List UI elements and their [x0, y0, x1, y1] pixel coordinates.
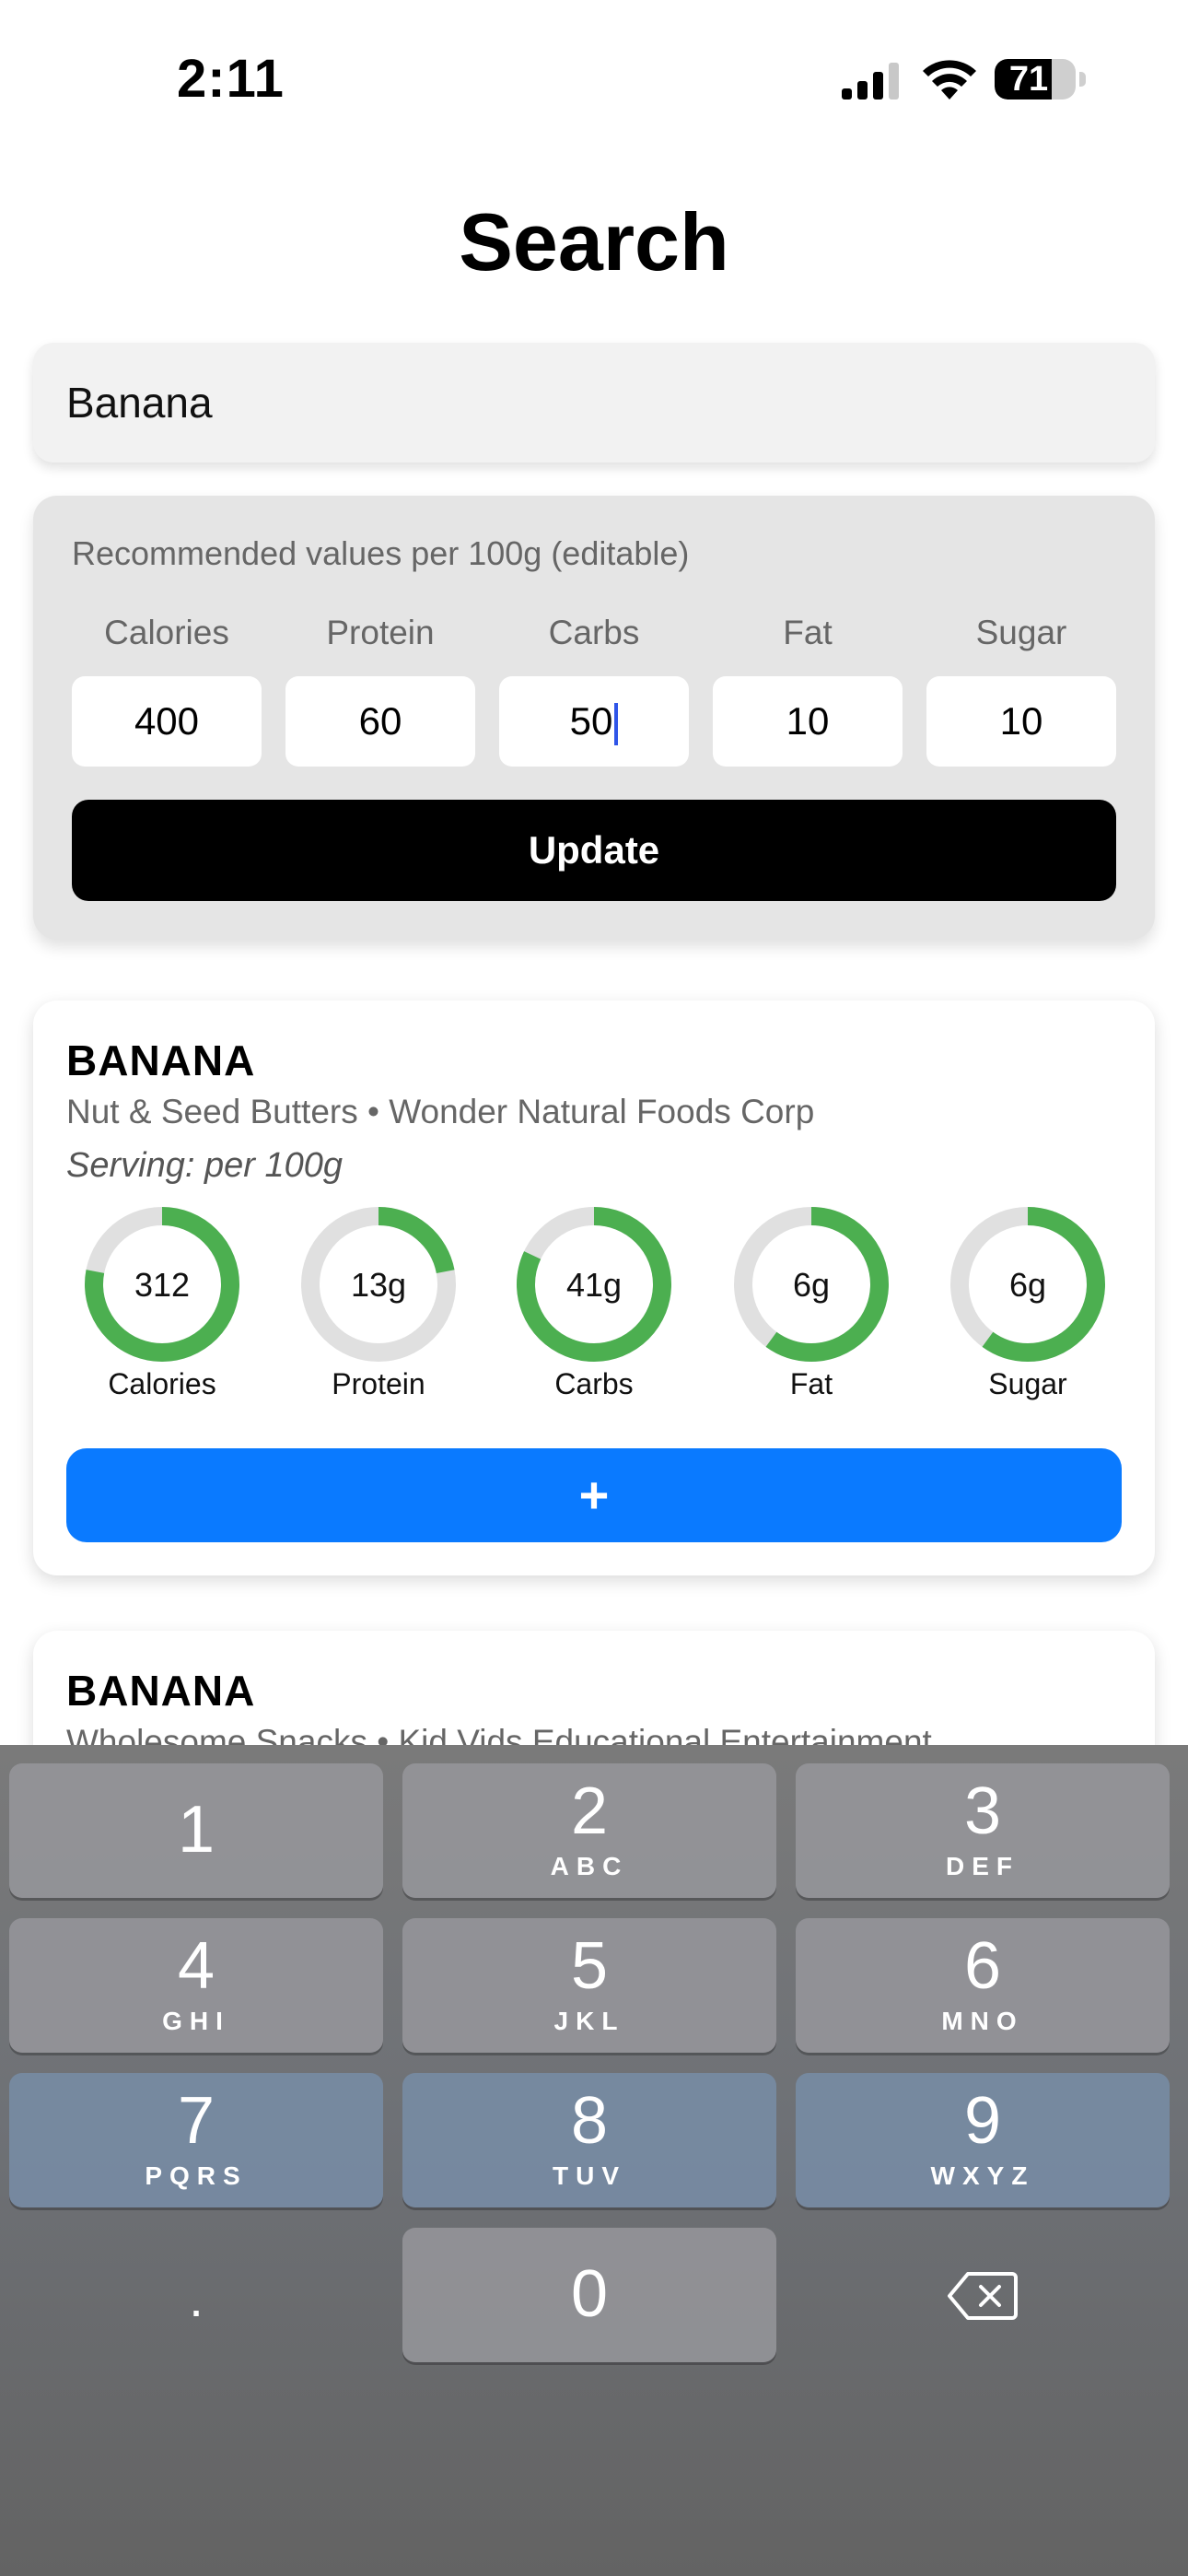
calories-input[interactable]: 400	[72, 676, 262, 767]
field-label: Sugar	[975, 614, 1067, 651]
nutrient-rings: 312 Calories 13g Protein 41g Carbs 6g Fa…	[33, 1203, 1155, 1406]
field-calories: Calories 400	[72, 614, 262, 767]
key-digit: .	[189, 2269, 204, 2327]
backspace-icon	[948, 2272, 1018, 2320]
key-decimal[interactable]: .	[9, 2228, 383, 2362]
ring-value: 312	[134, 1266, 190, 1304]
ring-label: Calories	[108, 1367, 216, 1400]
key-1[interactable]: 1	[9, 1763, 383, 1898]
field-sugar: Sugar 10	[926, 614, 1116, 767]
key-digit: 5	[570, 1929, 609, 2003]
field-label: Fat	[783, 614, 833, 651]
key-letters: WXYZ	[930, 2161, 1035, 2190]
key-letters: DEF	[946, 1852, 1019, 1880]
key-3[interactable]: 3 DEF	[796, 1763, 1170, 1898]
recommended-values-panel: Recommended values per 100g (editable) C…	[33, 496, 1155, 940]
key-digit: 7	[177, 2084, 215, 2158]
field-protein: Protein 60	[285, 614, 475, 767]
food-title: BANANA	[66, 1667, 256, 1715]
food-subtitle: Nut & Seed Butters • Wonder Natural Food…	[66, 1093, 815, 1130]
fat-ring: 6g Fat	[730, 1203, 892, 1401]
key-letters: PQRS	[145, 2161, 248, 2190]
add-food-button[interactable]: +	[66, 1448, 1122, 1542]
field-label: Calories	[104, 614, 229, 651]
key-digit: 1	[177, 1793, 215, 1867]
key-0[interactable]: 0	[402, 2228, 776, 2362]
ring-label: Carbs	[554, 1367, 634, 1400]
ring-value: 41g	[566, 1266, 622, 1304]
calories-ring: 312 Calories	[81, 1203, 243, 1401]
status-time: 2:11	[177, 49, 285, 109]
key-digit: 4	[177, 1929, 215, 2003]
ring-value: 6g	[793, 1266, 830, 1304]
result-card: BANANA Nut & Seed Butters • Wonder Natur…	[33, 1001, 1155, 1575]
carbs-ring: 41g Carbs	[513, 1203, 675, 1401]
ring-label: Fat	[789, 1367, 833, 1400]
key-letters: MNO	[941, 2007, 1024, 2035]
key-letters: GHI	[162, 2007, 230, 2035]
ring-chart: 13g	[301, 1207, 456, 1362]
food-title: BANANA	[66, 1036, 256, 1084]
ring-chart: 41g	[517, 1207, 671, 1362]
field-fat: Fat 10	[713, 614, 903, 767]
key-7[interactable]: 7 PQRS	[9, 2073, 383, 2207]
field-label: Protein	[326, 614, 435, 651]
key-letters: ABC	[550, 1852, 629, 1880]
recommended-fields: Calories 400 Protein 60 Carbs 50 Fat 10 …	[72, 614, 1116, 798]
ring-value: 13g	[351, 1266, 406, 1304]
ring-value: 6g	[1009, 1266, 1046, 1304]
carbs-input-value: 50	[569, 699, 613, 743]
delete-key[interactable]	[796, 2228, 1170, 2362]
key-letters: TUV	[553, 2161, 626, 2190]
cellular-signal-icon	[842, 63, 899, 100]
sugar-ring: 6g Sugar	[947, 1203, 1109, 1401]
key-6[interactable]: 6 MNO	[796, 1918, 1170, 2053]
key-digit: 9	[963, 2084, 1002, 2158]
key-digit: 3	[963, 1774, 1002, 1848]
key-9[interactable]: 9 WXYZ	[796, 2073, 1170, 2207]
key-digit: 8	[570, 2084, 609, 2158]
ring-chart: 6g	[950, 1207, 1105, 1362]
key-letters: JKL	[553, 2007, 625, 2035]
numeric-keyboard: 1 2 ABC 3 DEF 4 GHI 5 JKL 6 MNO 7 PQRS 8…	[0, 1745, 1188, 2576]
key-digit: 2	[570, 1774, 609, 1848]
protein-ring: 13g Protein	[297, 1203, 460, 1401]
field-carbs: Carbs 50	[499, 614, 689, 767]
key-5[interactable]: 5 JKL	[402, 1918, 776, 2053]
key-2[interactable]: 2 ABC	[402, 1763, 776, 1898]
key-8[interactable]: 8 TUV	[402, 2073, 776, 2207]
ring-chart: 6g	[734, 1207, 889, 1362]
page-title: Search	[459, 196, 729, 287]
serving-size: Serving: per 100g	[66, 1146, 343, 1185]
battery-icon: 71	[995, 59, 1087, 101]
search-input[interactable]: Banana	[33, 343, 1155, 463]
search-input-value: Banana	[66, 379, 213, 427]
key-digit: 6	[963, 1929, 1002, 2003]
key-4[interactable]: 4 GHI	[9, 1918, 383, 2053]
ring-label: Sugar	[988, 1367, 1067, 1400]
carbs-input[interactable]: 50	[499, 676, 689, 767]
status-bar: 2:11 71	[0, 0, 1188, 157]
battery-percent: 71	[1008, 60, 1049, 99]
update-button[interactable]: Update	[72, 800, 1116, 901]
field-label: Carbs	[548, 614, 640, 651]
wifi-icon	[923, 60, 976, 100]
text-caret	[614, 702, 619, 745]
ring-chart: 312	[85, 1207, 239, 1362]
fat-input[interactable]: 10	[713, 676, 903, 767]
protein-input[interactable]: 60	[285, 676, 475, 767]
key-digit: 0	[570, 2257, 609, 2331]
recommended-values-label: Recommended values per 100g (editable)	[72, 534, 690, 572]
ring-label: Protein	[332, 1367, 425, 1400]
sugar-input[interactable]: 10	[926, 676, 1116, 767]
